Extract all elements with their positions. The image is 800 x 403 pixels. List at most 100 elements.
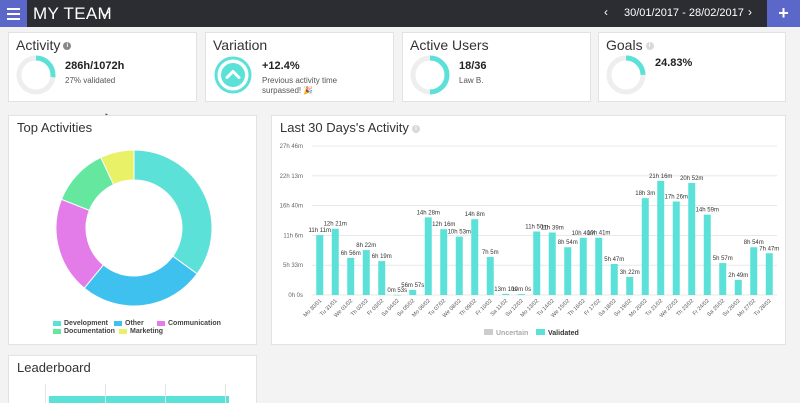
legend-item-documentation[interactable]: Documentation (53, 328, 115, 335)
y-tick-label: 22h 13m (280, 174, 303, 180)
chevron-up-icon (214, 56, 252, 94)
bar-value-label: 21h 16m (649, 174, 672, 180)
y-tick-label: 5h 33m (283, 263, 303, 269)
x-tick-label: Th 02/02 (350, 298, 370, 318)
bar-value-label: 8h 54m (558, 240, 578, 246)
bar-tu-14-02[interactable] (548, 232, 556, 295)
add-button[interactable]: + (767, 0, 800, 27)
bar-value-label: 3h 22m (620, 270, 640, 276)
variation-sub-line1: Previous activity time (262, 76, 338, 85)
bar-value-label: 11h 39m (541, 225, 564, 231)
bar-we-22-02[interactable] (672, 201, 680, 295)
active-users-progress-ring (410, 55, 450, 95)
bar-tu-07-02[interactable] (440, 229, 448, 295)
bar-mo-27-02[interactable] (750, 247, 758, 295)
bar-fr-10-02[interactable] (486, 257, 494, 295)
bar-th-09-02[interactable] (471, 219, 479, 295)
bar-fr-03-02[interactable] (378, 261, 386, 295)
legend-swatch (53, 320, 61, 326)
bar-we-08-02[interactable] (455, 236, 463, 295)
top-activities-title: Top Activities (17, 120, 93, 135)
team-title[interactable]: MY TEAM (33, 4, 112, 24)
bar-su-12-02[interactable] (517, 294, 525, 295)
y-tick-label: 0h 0s (288, 293, 303, 299)
bar-sa-25-02[interactable] (719, 263, 727, 295)
date-prev-button[interactable]: ‹ (604, 5, 608, 19)
bar-value-label: 7h 5m (482, 250, 499, 256)
bar-mo-06-02[interactable] (424, 217, 432, 295)
x-tick-label: Tu 28/02 (753, 298, 772, 317)
activity-card-title: Activity (16, 37, 61, 53)
bar-value-label: 56m 57s (401, 283, 424, 289)
bar-value-label: 7h 47m (759, 246, 779, 252)
legend-item-communication[interactable]: Communication (157, 320, 221, 327)
legend-label: Development (64, 320, 108, 327)
bar-tu-28-02[interactable] (765, 253, 773, 295)
bar-we-01-02[interactable] (347, 257, 355, 295)
bar-fr-24-02[interactable] (703, 214, 711, 295)
top-bar: MY TEAM ‹ 30/01/2017 - 28/02/2017 › + (0, 0, 800, 27)
bar-mo-13-02[interactable] (533, 231, 541, 295)
legend-item-other[interactable]: Other (114, 320, 144, 327)
bar-sa-11-02[interactable] (502, 293, 510, 295)
goals-card: Goals i 24.83% (598, 32, 786, 102)
bar-sa-18-02[interactable] (610, 263, 618, 295)
bar-sa-04-02[interactable] (393, 294, 401, 296)
bar-su-26-02[interactable] (734, 279, 742, 295)
x-tick-label: Th 16/02 (567, 298, 587, 318)
legend-swatch (119, 328, 127, 334)
bar-mo-20-02[interactable] (641, 198, 649, 295)
y-tick-label: 16h 40m (280, 204, 303, 210)
bar-value-label: 18h 3m (635, 191, 655, 197)
legend-swatch (53, 328, 61, 334)
bar-value-label: 2h 49m (728, 273, 748, 279)
activity-value: 286h/1072h (65, 60, 125, 72)
date-range[interactable]: 30/01/2017 - 28/02/2017 (624, 7, 744, 19)
activity-sub: 27% validated (65, 76, 116, 85)
top-activities-donut-chart (55, 149, 213, 307)
donut-slice-development[interactable] (133, 149, 213, 275)
legend-item-marketing[interactable]: Marketing (119, 328, 163, 335)
bar-value-label: 5h 57m (713, 256, 733, 262)
legend-swatch (114, 320, 122, 326)
bar-th-16-02[interactable] (579, 237, 587, 295)
bar-value-label: 14h 59m (696, 208, 719, 214)
legend-item-uncertain[interactable]: Uncertain (496, 330, 528, 337)
bar-su-05-02[interactable] (409, 289, 417, 295)
legend-item-validated[interactable]: Validated (548, 330, 579, 337)
bar-value-label: 8h 22m (356, 243, 376, 249)
bar-value-label: 6h 56m (341, 251, 361, 257)
active-users-value: 18/36 (459, 60, 487, 72)
bar-tu-31-01[interactable] (331, 228, 339, 295)
info-icon[interactable]: i (645, 42, 654, 51)
active-users-card: Active Users 18/36 Law B. (402, 32, 591, 102)
variation-value: +12.4% (262, 60, 300, 72)
bar-we-15-02[interactable] (564, 247, 572, 295)
bar-value-label: 12h 16m (432, 222, 455, 228)
legend-swatch (536, 329, 545, 335)
leaderboard-gridline (45, 384, 46, 403)
goals-card-title: Goals (606, 37, 643, 53)
bar-tu-21-02[interactable] (657, 180, 665, 295)
legend-swatch (157, 320, 165, 326)
legend-label: Other (125, 320, 144, 327)
variation-card-title: Variation (213, 37, 268, 53)
legend-swatch (484, 329, 493, 335)
leaderboard-panel: Leaderboard (8, 355, 257, 403)
bar-th-02-02[interactable] (362, 250, 370, 295)
info-icon[interactable]: i (63, 42, 72, 51)
bar-su-19-02[interactable] (626, 276, 634, 295)
date-next-button[interactable]: › (748, 5, 752, 19)
top-activities-panel: Top Activities Development Other Communica… (8, 115, 257, 345)
bar-mo-30-01[interactable] (316, 235, 324, 295)
hamburger-menu-button[interactable] (0, 0, 27, 27)
legend-label: Marketing (130, 328, 164, 335)
bar-th-23-02[interactable] (688, 183, 696, 295)
activity-card: Activity i 286h/1072h 27% validated (8, 32, 197, 125)
leaderboard-gridline (165, 384, 166, 403)
bar-value-label: 17h 26m (665, 194, 688, 200)
bar-fr-17-02[interactable] (595, 237, 603, 295)
bar-value-label: 10m 0s (511, 287, 531, 293)
y-tick-label: 11h 6m (283, 233, 303, 239)
legend-item-development[interactable]: Development (53, 320, 108, 327)
